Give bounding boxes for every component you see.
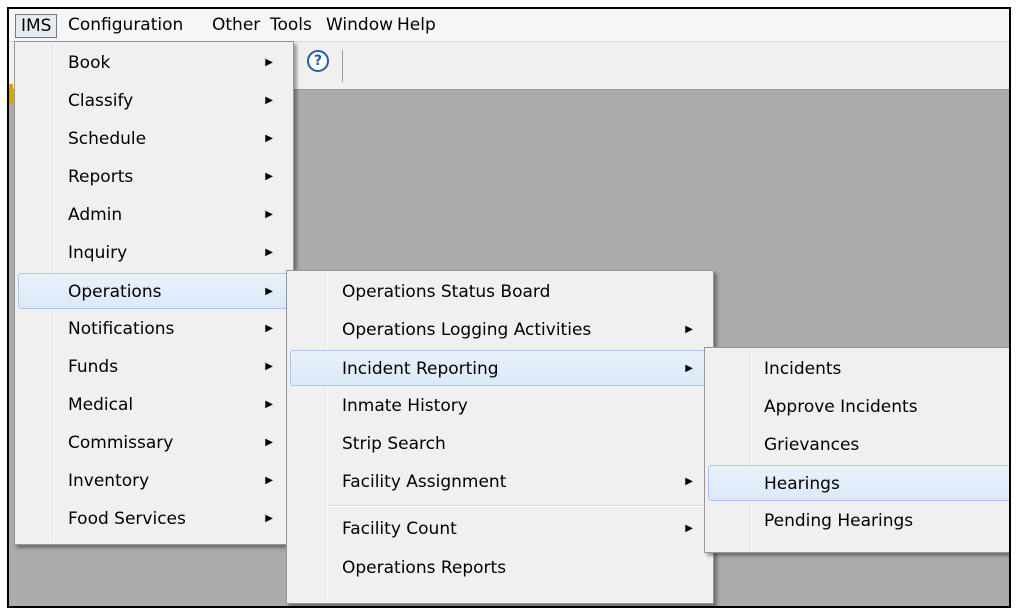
menu-item-label: Incidents — [764, 359, 842, 379]
submenu-arrow-icon: ▶ — [685, 324, 693, 335]
menu-item-label: Classify — [68, 91, 134, 111]
menu-item-label: Pending Hearings — [764, 511, 914, 531]
menu-item-inquiry[interactable]: Inquiry ▶ — [18, 235, 290, 271]
menu-item-incident-reporting[interactable]: Incident Reporting ▶ — [290, 350, 710, 386]
submenu-arrow-icon: ▶ — [265, 133, 273, 144]
menu-item-label: Food Services — [68, 509, 186, 529]
application-window: IMS Configuration Other Tools Window Hel… — [7, 7, 1011, 608]
menu-item-facility-count[interactable]: Facility Count ▶ — [290, 511, 710, 547]
menu-item-label: Incident Reporting — [342, 359, 499, 379]
menu-item-food-services[interactable]: Food Services ▶ — [18, 501, 290, 537]
menu-item-classify[interactable]: Classify ▶ — [18, 83, 290, 119]
submenu-arrow-icon: ▶ — [265, 475, 273, 486]
menu-item-hearings[interactable]: Hearings — [708, 465, 1009, 501]
submenu-arrow-icon: ▶ — [265, 95, 273, 106]
menu-other[interactable]: Other — [207, 14, 265, 36]
submenu-arrow-icon: ▶ — [265, 323, 273, 334]
menu-item-label: Hearings — [764, 474, 840, 494]
menu-item-commissary[interactable]: Commissary ▶ — [18, 425, 290, 461]
submenu-arrow-icon: ▶ — [265, 171, 273, 182]
menu-item-schedule[interactable]: Schedule ▶ — [18, 121, 290, 157]
toolbar-edge-marker — [9, 84, 13, 104]
menu-item-admin[interactable]: Admin ▶ — [18, 197, 290, 233]
menu-configuration[interactable]: Configuration — [63, 14, 188, 36]
menu-item-label: Admin — [68, 205, 123, 225]
menu-item-label: Operations — [68, 282, 162, 302]
menu-item-label: Book — [68, 53, 111, 73]
submenu-arrow-icon: ▶ — [265, 209, 273, 220]
menu-item-pending-hearings[interactable]: Pending Hearings — [708, 503, 1009, 539]
menu-item-inmate-history[interactable]: Inmate History — [290, 388, 710, 424]
menu-item-label: Grievances — [764, 435, 860, 455]
menu-item-label: Schedule — [68, 129, 147, 149]
menu-item-label: Reports — [68, 167, 134, 187]
submenu-arrow-icon: ▶ — [265, 513, 273, 524]
menu-item-inventory[interactable]: Inventory ▶ — [18, 463, 290, 499]
menu-item-facility-assignment[interactable]: Facility Assignment ▶ — [290, 464, 710, 500]
submenu-arrow-icon: ▶ — [265, 247, 273, 258]
menu-item-label: Medical — [68, 395, 134, 415]
menu-item-operations-reports[interactable]: Operations Reports — [290, 550, 710, 586]
menu-item-label: Inmate History — [342, 396, 468, 416]
operations-submenu: Operations Status Board Operations Loggi… — [286, 270, 714, 604]
menu-item-label: Operations Reports — [342, 558, 507, 578]
menu-item-label: Operations Status Board — [342, 282, 551, 302]
menu-item-strip-search[interactable]: Strip Search — [290, 426, 710, 462]
menu-bar: IMS Configuration Other Tools Window Hel… — [9, 9, 1009, 42]
menu-item-reports[interactable]: Reports ▶ — [18, 159, 290, 195]
menu-item-label: Commissary — [68, 433, 174, 453]
submenu-arrow-icon: ▶ — [265, 361, 273, 372]
menu-item-grievances[interactable]: Grievances — [708, 427, 1009, 463]
menu-item-label: Facility Count — [342, 519, 457, 539]
menu-item-label: Funds — [68, 357, 119, 377]
menu-item-operations-logging-activities[interactable]: Operations Logging Activities ▶ — [290, 312, 710, 348]
toolbar-separator — [342, 50, 343, 82]
submenu-arrow-icon: ▶ — [265, 57, 273, 68]
menu-item-funds[interactable]: Funds ▶ — [18, 349, 290, 385]
submenu-arrow-icon: ▶ — [265, 399, 273, 410]
submenu-arrow-icon: ▶ — [685, 523, 693, 534]
menu-item-approve-incidents[interactable]: Approve Incidents — [708, 389, 1009, 425]
menu-tools[interactable]: Tools — [265, 14, 317, 36]
menu-item-label: Inventory — [68, 471, 150, 491]
submenu-arrow-icon: ▶ — [685, 363, 693, 374]
menu-item-operations[interactable]: Operations ▶ — [18, 273, 290, 309]
menu-item-incidents[interactable]: Incidents — [708, 351, 1009, 387]
submenu-arrow-icon: ▶ — [685, 476, 693, 487]
submenu-arrow-icon: ▶ — [265, 437, 273, 448]
menu-item-label: Approve Incidents — [764, 397, 918, 417]
menu-ims[interactable]: IMS — [15, 14, 58, 38]
menu-item-medical[interactable]: Medical ▶ — [18, 387, 290, 423]
menu-item-operations-status-board[interactable]: Operations Status Board — [290, 274, 710, 310]
menu-item-book[interactable]: Book ▶ — [18, 45, 290, 81]
menu-item-notifications[interactable]: Notifications ▶ — [18, 311, 290, 347]
menu-help[interactable]: Help — [392, 14, 441, 36]
incident-reporting-submenu: Incidents Approve Incidents Grievances H… — [704, 347, 1009, 553]
menu-window[interactable]: Window — [321, 14, 398, 36]
menu-item-label: Facility Assignment — [342, 472, 507, 492]
submenu-arrow-icon: ▶ — [265, 286, 273, 297]
ims-dropdown-menu: Book ▶ Classify ▶ Schedule ▶ Reports ▶ Admin… — [14, 41, 294, 545]
menu-item-label: Inquiry — [68, 243, 128, 263]
menu-item-label: Operations Logging Activities — [342, 320, 592, 340]
menu-item-label: Strip Search — [342, 434, 446, 454]
menu-separator — [329, 505, 710, 507]
menu-item-label: Notifications — [68, 319, 175, 339]
help-icon[interactable]: ? — [307, 50, 329, 72]
